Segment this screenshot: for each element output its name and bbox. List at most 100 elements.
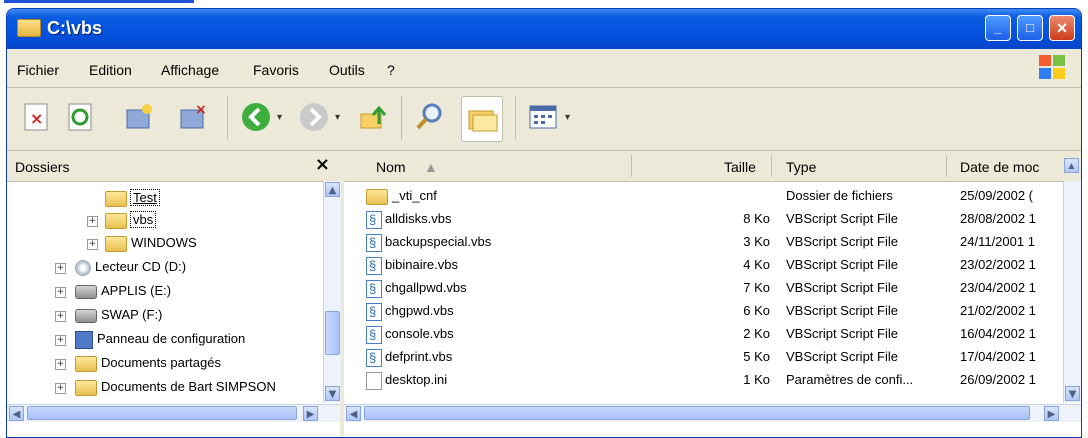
scroll-right-icon[interactable]: ▶	[1044, 406, 1059, 421]
refresh-icon[interactable]	[63, 100, 97, 134]
tree-item-applis[interactable]: APPLIS (E:)	[75, 280, 171, 302]
folder-icon	[75, 355, 97, 372]
menu-favoris[interactable]: Favoris	[253, 62, 299, 78]
scroll-down-icon[interactable]: ▼	[325, 386, 340, 401]
tree-item-swap[interactable]: SWAP (F:)	[75, 304, 162, 326]
file-size: 4 Ko	[743, 257, 770, 272]
file-row[interactable]: console.vbs 2 Ko VBScript Script File 16…	[344, 323, 1081, 346]
file-date: 25/09/2002 (	[960, 188, 1034, 203]
expand-icon[interactable]: +	[87, 239, 98, 250]
expand-icon[interactable]: +	[55, 311, 66, 322]
folders-pane-header: Dossiers ×	[7, 151, 340, 182]
copy-to-icon[interactable]	[121, 100, 155, 134]
vbs-icon	[366, 347, 382, 369]
back-dropdown-icon[interactable]: ▾	[277, 112, 282, 123]
file-date: 24/11/2001 1	[960, 234, 1035, 249]
column-header-date[interactable]: Date de moc	[960, 159, 1039, 175]
expand-icon[interactable]: +	[55, 383, 66, 394]
menu-outils[interactable]: Outils	[329, 62, 365, 78]
folders-horizontal-scrollbar[interactable]: ◀ ▶	[7, 404, 340, 422]
folder-icon	[105, 190, 127, 207]
menu-affichage[interactable]: Affichage	[161, 62, 219, 78]
svg-text:×: ×	[30, 109, 43, 128]
file-type: VBScript Script File	[786, 280, 898, 295]
file-row[interactable]: bibinaire.vbs 4 Ko VBScript Script File …	[344, 254, 1081, 277]
folders-vertical-scrollbar[interactable]: ▲ ▼	[323, 181, 341, 403]
scroll-right-icon[interactable]: ▶	[303, 406, 318, 421]
tree-item-vbs[interactable]: vbs	[105, 209, 157, 231]
expand-icon[interactable]: +	[55, 359, 66, 370]
scroll-left-icon[interactable]: ◀	[346, 406, 361, 421]
file-row[interactable]: desktop.ini 1 Ko Paramètres de confi... …	[344, 369, 1081, 391]
scroll-left-icon[interactable]: ◀	[9, 406, 24, 421]
file-size: 5 Ko	[743, 349, 770, 364]
file-row[interactable]: _vti_cnf Dossier de fichiers 25/09/2002 …	[344, 185, 1081, 207]
folder-icon	[75, 379, 97, 396]
column-divider[interactable]	[946, 155, 947, 177]
files-vertical-scrollbar[interactable]: ▼	[1063, 181, 1081, 403]
tree-item-bart-docs[interactable]: Documents de Bart SIMPSON	[75, 376, 276, 398]
file-row[interactable]: backupspecial.vbs 3 Ko VBScript Script F…	[344, 231, 1081, 254]
scroll-down-icon[interactable]: ▼	[1065, 386, 1080, 401]
sort-ascending-icon: ▲	[424, 159, 438, 175]
expand-icon[interactable]: +	[55, 335, 66, 346]
scroll-up-icon[interactable]: ▲	[325, 182, 340, 197]
file-name: _vti_cnf	[392, 188, 437, 203]
expand-icon[interactable]: +	[55, 263, 66, 274]
file-date: 16/04/2002 1	[960, 326, 1036, 341]
folders-pane: Dossiers × Test + vbs + WINDOWS + Lecteu…	[7, 151, 344, 437]
file-row[interactable]: chgpwd.vbs 6 Ko VBScript Script File 21/…	[344, 300, 1081, 323]
scrollbar-thumb[interactable]	[364, 406, 1030, 420]
close-pane-icon[interactable]: ×	[315, 154, 330, 175]
scroll-up-icon[interactable]: ▲	[1064, 158, 1079, 173]
toolbar: × × ▾ ▾ ▾	[7, 88, 1081, 151]
expand-icon[interactable]: +	[87, 216, 98, 227]
tree-item-control-panel[interactable]: Panneau de configuration	[75, 328, 245, 350]
column-header-type[interactable]: Type	[786, 159, 816, 175]
views-icon[interactable]	[527, 100, 561, 134]
tree-item-label: Documents partagés	[101, 355, 221, 370]
minimize-button[interactable]: _	[985, 15, 1011, 41]
move-to-icon[interactable]: ×	[175, 100, 209, 134]
menu-bar: Fichier Edition Affichage Favoris Outils…	[7, 49, 1081, 88]
column-divider[interactable]	[631, 155, 632, 177]
search-icon[interactable]	[413, 100, 447, 134]
vbs-icon	[366, 324, 382, 346]
delete-icon[interactable]: ×	[19, 100, 53, 134]
column-header-name[interactable]: Nom	[376, 159, 406, 175]
forward-icon[interactable]	[297, 100, 331, 134]
file-type: Paramètres de confi...	[786, 372, 914, 387]
file-row[interactable]: chgallpwd.vbs 7 Ko VBScript Script File …	[344, 277, 1081, 300]
tree-item-windows[interactable]: WINDOWS	[105, 232, 197, 254]
views-dropdown-icon[interactable]: ▾	[565, 112, 570, 123]
file-row[interactable]: defprint.vbs 5 Ko VBScript Script File 1…	[344, 346, 1081, 369]
maximize-button[interactable]: □	[1017, 15, 1043, 41]
file-name: chgpwd.vbs	[385, 303, 454, 318]
folders-button[interactable]	[461, 96, 503, 142]
title-bar[interactable]: C:\vbs _ □ ×	[7, 9, 1081, 49]
file-size: 2 Ko	[743, 326, 770, 341]
column-header-bar: Nom ▲ Taille Type Date de moc ▲	[344, 151, 1081, 182]
up-folder-icon[interactable]	[357, 100, 391, 134]
files-horizontal-scrollbar[interactable]: ◀ ▶	[344, 404, 1081, 422]
tree-item-test[interactable]: Test	[105, 187, 160, 209]
vbs-icon	[366, 209, 382, 231]
menu-fichier[interactable]: Fichier	[17, 62, 59, 78]
file-row[interactable]: alldisks.vbs 8 Ko VBScript Script File 2…	[344, 208, 1081, 231]
expand-icon[interactable]: +	[55, 287, 66, 298]
back-icon[interactable]	[239, 100, 273, 134]
explorer-window: C:\vbs _ □ × Fichier Edition Affichage F…	[6, 8, 1082, 438]
file-name: chgallpwd.vbs	[385, 280, 467, 295]
close-button[interactable]: ×	[1049, 15, 1075, 41]
menu-edition[interactable]: Edition	[89, 62, 132, 78]
tree-item-cd-drive[interactable]: Lecteur CD (D:)	[75, 256, 186, 278]
column-divider[interactable]	[771, 155, 772, 177]
forward-dropdown-icon[interactable]: ▾	[335, 112, 340, 123]
menu-help[interactable]: ?	[387, 62, 395, 78]
tree-item-shared-docs[interactable]: Documents partagés	[75, 352, 221, 374]
scrollbar-thumb[interactable]	[27, 406, 297, 420]
column-header-size[interactable]: Taille	[724, 159, 756, 175]
scrollbar-thumb[interactable]	[325, 311, 340, 355]
folders-icon	[468, 110, 498, 132]
toolbar-separator	[515, 96, 516, 140]
